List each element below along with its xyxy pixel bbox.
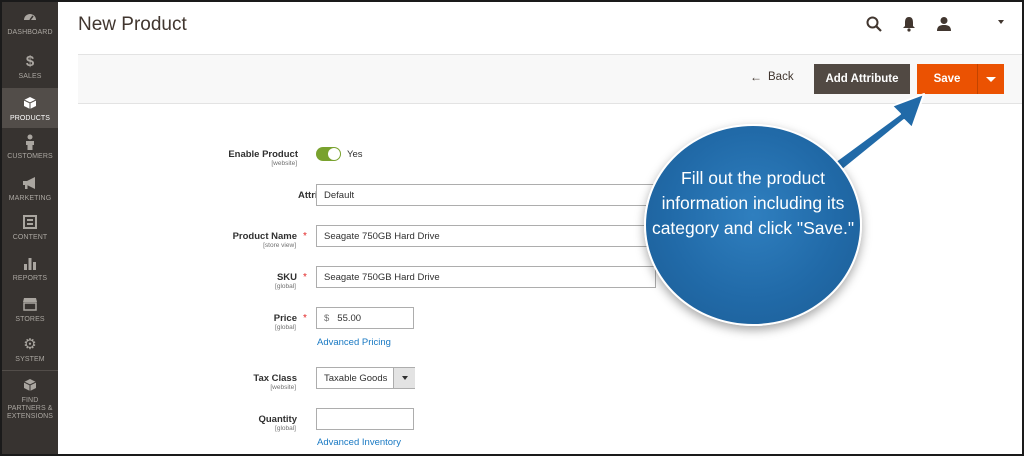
save-options-dropdown-button[interactable] (978, 64, 1004, 94)
page-title: New Product (78, 14, 187, 35)
product-name-label: Product Name (232, 231, 297, 242)
search-icon[interactable] (866, 16, 882, 32)
dollar-icon: $ (25, 53, 35, 70)
sidebar-item-stores[interactable]: STORES (2, 297, 58, 327)
price-input[interactable]: $ 55.00 (316, 307, 414, 329)
sidebar-item-label: SYSTEM (15, 356, 45, 363)
bar-chart-icon (2, 256, 58, 272)
currency-symbol: $ (324, 312, 330, 324)
save-button[interactable]: Save (917, 64, 977, 94)
tax-class-select[interactable]: Taxable Goods (316, 367, 415, 389)
gear-icon: ⚙ (23, 336, 37, 353)
tax-class-scope: [website] (270, 384, 296, 391)
sidebar-item-system[interactable]: ⚙ SYSTEM (2, 337, 58, 367)
sidebar-item-label: PRODUCTS (9, 115, 51, 122)
caret-down-icon (986, 76, 996, 82)
caret-down-icon (401, 376, 408, 380)
sidebar-item-label: STORES (15, 316, 45, 323)
price-scope: [global] (275, 324, 296, 331)
quantity-input[interactable] (316, 408, 414, 430)
sidebar-item-dashboard[interactable]: DASHBOARD (2, 10, 58, 42)
sidebar-item-find-partners[interactable]: FIND PARTNERS & EXTENSIONS (2, 378, 58, 420)
required-marker: * (303, 231, 307, 242)
sku-label: SKU (276, 272, 297, 283)
sidebar-item-label: CONTENT (12, 234, 48, 241)
bell-icon[interactable] (902, 16, 918, 32)
toggle-knob (328, 148, 340, 160)
back-button[interactable]: ← Back (750, 71, 794, 83)
enable-product-label: Enable Product (228, 149, 298, 160)
enable-product-scope: [website] (271, 160, 297, 167)
select-arrow (393, 368, 415, 388)
quantity-label: Quantity (258, 414, 297, 425)
sidebar-item-label: FIND PARTNERS & EXTENSIONS (6, 397, 54, 420)
store-icon (2, 297, 58, 313)
enable-product-value: Yes (347, 149, 363, 160)
box-icon (2, 378, 58, 394)
app-window: DASHBOARD $ SALES PRODUCTS CUSTOMERS MAR… (0, 0, 1024, 456)
sidebar-item-label: SALES (18, 73, 42, 80)
price-label: Price (273, 313, 297, 324)
sidebar-item-label: DASHBOARD (7, 29, 53, 36)
sku-scope: [global] (275, 283, 296, 290)
quantity-scope: [global] (275, 425, 296, 432)
sidebar-item-products[interactable]: PRODUCTS (2, 88, 58, 128)
sku-input[interactable]: Seagate 750GB Hard Drive (316, 266, 656, 288)
required-marker: * (303, 313, 307, 324)
megaphone-icon (2, 176, 58, 192)
back-button-label: Back (768, 71, 794, 83)
sidebar-item-sales[interactable]: $ SALES (2, 54, 58, 84)
sidebar-item-label: REPORTS (12, 275, 48, 282)
sidebar-item-label: CUSTOMERS (7, 153, 53, 160)
sidebar-item-marketing[interactable]: MARKETING (2, 176, 58, 206)
product-name-input[interactable]: Seagate 750GB Hard Drive (316, 225, 656, 247)
instruction-callout: Fill out the product information includi… (644, 124, 862, 326)
enable-product-toggle[interactable] (316, 147, 341, 161)
advanced-pricing-link[interactable]: Advanced Pricing (317, 337, 391, 348)
add-attribute-button[interactable]: Add Attribute (814, 64, 910, 94)
sidebar-item-reports[interactable]: REPORTS (2, 256, 58, 286)
cube-icon (2, 96, 58, 112)
user-icon[interactable] (936, 16, 952, 32)
price-value: 55.00 (337, 312, 362, 324)
dashboard-icon (2, 10, 58, 26)
sidebar-divider (2, 370, 58, 371)
layout-icon (2, 215, 58, 231)
admin-sidebar: DASHBOARD $ SALES PRODUCTS CUSTOMERS MAR… (2, 2, 58, 454)
arrow-left-icon: ← (750, 70, 762, 84)
required-marker: * (303, 272, 307, 283)
sidebar-item-label: MARKETING (8, 195, 52, 202)
person-icon (2, 134, 58, 150)
user-menu-caret-icon[interactable] (998, 20, 1004, 24)
product-name-scope: [store view] (263, 242, 296, 249)
attribute-set-select[interactable]: Default (316, 184, 656, 206)
sidebar-item-customers[interactable]: CUSTOMERS (2, 134, 58, 164)
advanced-inventory-link[interactable]: Advanced Inventory (317, 437, 401, 448)
tax-class-label: Tax Class (253, 373, 297, 384)
sidebar-item-content[interactable]: CONTENT (2, 215, 58, 245)
tax-class-value: Taxable Goods (324, 372, 388, 384)
